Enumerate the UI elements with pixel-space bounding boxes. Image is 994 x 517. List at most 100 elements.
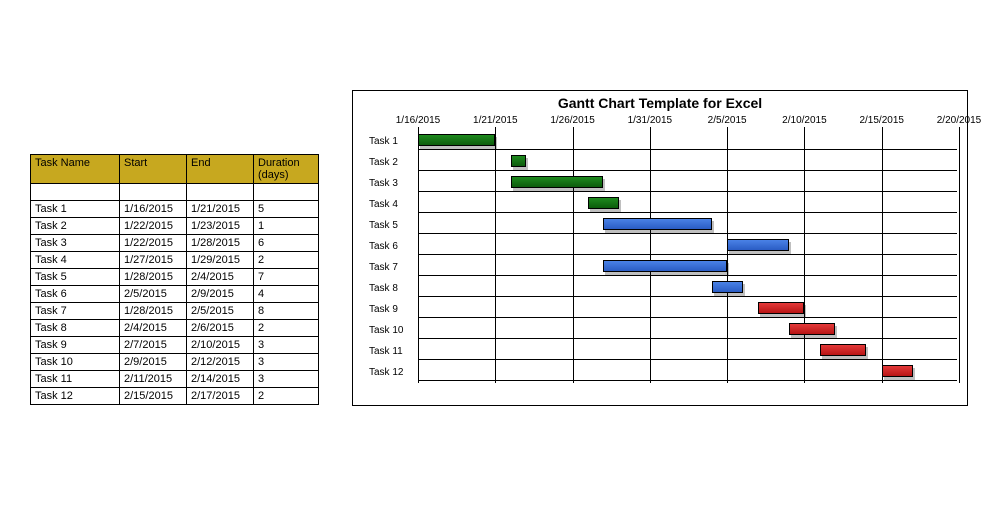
x-tick-label: 2/5/2015 (708, 115, 747, 126)
table-header-row: Task Name Start End Duration (days) (31, 155, 319, 184)
cell-end[interactable]: 1/29/2015 (187, 252, 254, 269)
cell-end[interactable]: 2/14/2015 (187, 371, 254, 388)
cell-start[interactable]: 1/28/2015 (120, 303, 187, 320)
gantt-row-label: Task 2 (369, 152, 415, 173)
x-tick-label: 2/15/2015 (859, 115, 904, 126)
cell-task-name[interactable]: Task 1 (31, 201, 120, 218)
cell-end[interactable]: 2/4/2015 (187, 269, 254, 286)
gantt-bar[interactable] (511, 155, 526, 167)
cell-start[interactable]: 2/4/2015 (120, 320, 187, 337)
cell-duration[interactable]: 5 (254, 201, 319, 218)
gantt-row: Task 8 (353, 278, 967, 299)
gantt-bar[interactable] (603, 218, 711, 230)
cell-duration[interactable]: 7 (254, 269, 319, 286)
gantt-chart: Gantt Chart Template for Excel 1/16/2015… (352, 90, 968, 406)
table-row[interactable]: Task 10 2/9/2015 2/12/2015 3 (31, 354, 319, 371)
cell-end[interactable]: 1/28/2015 (187, 235, 254, 252)
gantt-row-baseline (418, 380, 957, 381)
gantt-row-baseline (418, 233, 957, 234)
table-row[interactable]: Task 9 2/7/2015 2/10/2015 3 (31, 337, 319, 354)
gantt-row-label: Task 5 (369, 215, 415, 236)
gantt-bar[interactable] (603, 260, 727, 272)
cell-end[interactable]: 1/23/2015 (187, 218, 254, 235)
table-row[interactable]: Task 2 1/22/2015 1/23/2015 1 (31, 218, 319, 235)
gantt-row-baseline (418, 170, 957, 171)
cell-duration[interactable]: 6 (254, 235, 319, 252)
x-tick-label: 1/21/2015 (473, 115, 518, 126)
cell-start[interactable]: 1/28/2015 (120, 269, 187, 286)
cell-task-name[interactable]: Task 11 (31, 371, 120, 388)
cell-task-name[interactable]: Task 8 (31, 320, 120, 337)
cell-duration[interactable]: 3 (254, 337, 319, 354)
cell-task-name[interactable]: Task 4 (31, 252, 120, 269)
cell-duration[interactable]: 2 (254, 320, 319, 337)
cell-start[interactable]: 2/9/2015 (120, 354, 187, 371)
gantt-row-baseline (418, 275, 957, 276)
cell-start[interactable]: 2/5/2015 (120, 286, 187, 303)
table-row[interactable]: Task 3 1/22/2015 1/28/2015 6 (31, 235, 319, 252)
x-tick-label: 2/20/2015 (937, 115, 982, 126)
gantt-bar[interactable] (727, 239, 789, 251)
gantt-row-label: Task 9 (369, 299, 415, 320)
cell-start[interactable]: 1/22/2015 (120, 218, 187, 235)
cell-duration[interactable]: 3 (254, 371, 319, 388)
table-row[interactable]: Task 4 1/27/2015 1/29/2015 2 (31, 252, 319, 269)
cell-duration[interactable]: 3 (254, 354, 319, 371)
gantt-bar[interactable] (758, 302, 804, 314)
gantt-row: Task 7 (353, 257, 967, 278)
cell-start[interactable]: 1/16/2015 (120, 201, 187, 218)
gantt-bar[interactable] (588, 197, 619, 209)
table-row[interactable]: Task 1 1/16/2015 1/21/2015 5 (31, 201, 319, 218)
table-row[interactable]: Task 6 2/5/2015 2/9/2015 4 (31, 286, 319, 303)
gantt-row-baseline (418, 191, 957, 192)
table-row[interactable]: Task 5 1/28/2015 2/4/2015 7 (31, 269, 319, 286)
cell-duration[interactable]: 2 (254, 388, 319, 405)
gantt-bar[interactable] (820, 344, 866, 356)
header-duration: Duration (days) (254, 155, 319, 184)
gantt-row: Task 10 (353, 320, 967, 341)
cell-end[interactable]: 2/5/2015 (187, 303, 254, 320)
cell-duration[interactable]: 2 (254, 252, 319, 269)
cell-task-name[interactable]: Task 5 (31, 269, 120, 286)
cell-task-name[interactable]: Task 9 (31, 337, 120, 354)
table-row[interactable] (31, 184, 319, 201)
cell-task-name[interactable]: Task 2 (31, 218, 120, 235)
header-start: Start (120, 155, 187, 184)
cell-start[interactable]: 1/27/2015 (120, 252, 187, 269)
gantt-row: Task 3 (353, 173, 967, 194)
cell-task-name[interactable]: Task 10 (31, 354, 120, 371)
cell-start[interactable]: 2/7/2015 (120, 337, 187, 354)
table-row[interactable]: Task 12 2/15/2015 2/17/2015 2 (31, 388, 319, 405)
header-end: End (187, 155, 254, 184)
gantt-bar[interactable] (882, 365, 913, 377)
gantt-bar[interactable] (511, 176, 604, 188)
cell-end[interactable]: 2/12/2015 (187, 354, 254, 371)
cell-end[interactable]: 2/9/2015 (187, 286, 254, 303)
cell-task-name[interactable]: Task 7 (31, 303, 120, 320)
gantt-row-label: Task 7 (369, 257, 415, 278)
cell-task-name[interactable]: Task 6 (31, 286, 120, 303)
cell-task-name[interactable]: Task 12 (31, 388, 120, 405)
gantt-row: Task 6 (353, 236, 967, 257)
gantt-bar[interactable] (789, 323, 835, 335)
table-row[interactable]: Task 11 2/11/2015 2/14/2015 3 (31, 371, 319, 388)
header-task-name: Task Name (31, 155, 120, 184)
cell-duration[interactable]: 8 (254, 303, 319, 320)
gantt-row-label: Task 3 (369, 173, 415, 194)
gantt-bar[interactable] (712, 281, 743, 293)
gantt-row-baseline (418, 317, 957, 318)
gantt-row: Task 1 (353, 131, 967, 152)
cell-end[interactable]: 2/10/2015 (187, 337, 254, 354)
gantt-bar[interactable] (418, 134, 495, 146)
cell-duration[interactable]: 1 (254, 218, 319, 235)
cell-duration[interactable]: 4 (254, 286, 319, 303)
cell-task-name[interactable]: Task 3 (31, 235, 120, 252)
cell-end[interactable]: 2/6/2015 (187, 320, 254, 337)
cell-start[interactable]: 2/11/2015 (120, 371, 187, 388)
cell-start[interactable]: 1/22/2015 (120, 235, 187, 252)
cell-start[interactable]: 2/15/2015 (120, 388, 187, 405)
cell-end[interactable]: 1/21/2015 (187, 201, 254, 218)
cell-end[interactable]: 2/17/2015 (187, 388, 254, 405)
table-row[interactable]: Task 8 2/4/2015 2/6/2015 2 (31, 320, 319, 337)
table-row[interactable]: Task 7 1/28/2015 2/5/2015 8 (31, 303, 319, 320)
